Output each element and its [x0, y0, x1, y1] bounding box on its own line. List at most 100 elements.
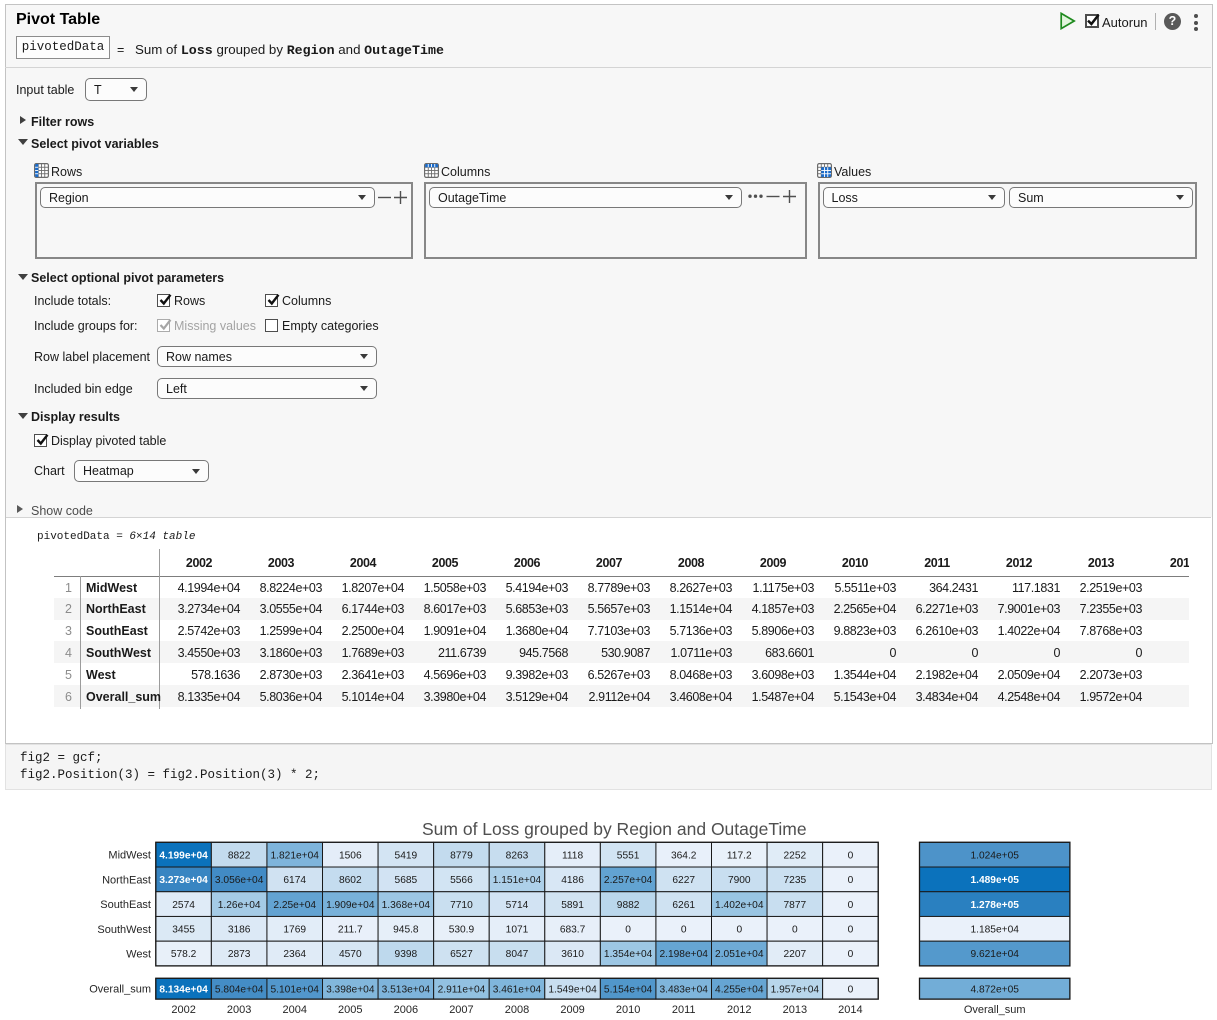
svg-text:1.402e+04: 1.402e+04 [715, 900, 764, 911]
svg-text:3186: 3186 [228, 925, 251, 936]
svg-text:2008: 2008 [505, 1004, 529, 1016]
svg-text:1.821e+04: 1.821e+04 [271, 850, 320, 861]
svg-text:2574: 2574 [172, 900, 195, 911]
svg-text:1.024e+05: 1.024e+05 [970, 850, 1019, 861]
svg-text:SouthWest: SouthWest [97, 924, 151, 936]
svg-text:5.154e+04: 5.154e+04 [604, 984, 653, 995]
svg-text:3455: 3455 [172, 925, 195, 936]
svg-text:2002: 2002 [171, 1004, 195, 1016]
svg-text:0: 0 [736, 925, 742, 936]
svg-text:7877: 7877 [784, 900, 807, 911]
svg-text:5685: 5685 [395, 875, 418, 886]
svg-text:8822: 8822 [228, 850, 251, 861]
svg-text:0: 0 [792, 925, 798, 936]
svg-text:0: 0 [848, 984, 854, 995]
svg-text:211.7: 211.7 [338, 925, 363, 936]
svg-text:8.134e+04: 8.134e+04 [159, 984, 208, 995]
svg-text:5714: 5714 [506, 900, 529, 911]
svg-text:2207: 2207 [784, 949, 807, 960]
svg-text:2004: 2004 [282, 1004, 306, 1016]
svg-text:2.911e+04: 2.911e+04 [438, 984, 486, 995]
svg-text:1.489e+05: 1.489e+05 [970, 875, 1019, 886]
svg-text:2.051e+04: 2.051e+04 [715, 949, 764, 960]
svg-text:4570: 4570 [339, 949, 362, 960]
svg-text:4186: 4186 [561, 875, 584, 886]
svg-text:3.056e+04: 3.056e+04 [215, 875, 264, 886]
svg-text:9398: 9398 [395, 949, 418, 960]
svg-text:Overall_sum: Overall_sum [89, 984, 151, 996]
svg-text:5891: 5891 [561, 900, 584, 911]
svg-text:2007: 2007 [449, 1004, 473, 1016]
svg-text:5419: 5419 [395, 850, 418, 861]
svg-text:0: 0 [848, 949, 854, 960]
svg-text:2013: 2013 [783, 1004, 807, 1016]
svg-text:2014: 2014 [838, 1004, 862, 1016]
svg-text:SouthEast: SouthEast [100, 899, 151, 911]
svg-text:2005: 2005 [338, 1004, 362, 1016]
svg-text:1.909e+04: 1.909e+04 [326, 900, 375, 911]
svg-text:3.461e+04: 3.461e+04 [493, 984, 542, 995]
svg-text:Overall_sum: Overall_sum [964, 1004, 1026, 1016]
svg-text:2006: 2006 [394, 1004, 418, 1016]
svg-text:1.354e+04: 1.354e+04 [604, 949, 653, 960]
svg-text:2.25e+04: 2.25e+04 [273, 900, 316, 911]
svg-text:3610: 3610 [561, 949, 584, 960]
svg-text:7235: 7235 [784, 875, 807, 886]
svg-text:2.257e+04: 2.257e+04 [604, 875, 653, 886]
svg-text:1.151e+04: 1.151e+04 [493, 875, 542, 886]
svg-text:6227: 6227 [672, 875, 695, 886]
svg-text:0: 0 [848, 925, 854, 936]
svg-text:1118: 1118 [562, 850, 583, 861]
svg-text:683.7: 683.7 [560, 925, 586, 936]
svg-text:3.398e+04: 3.398e+04 [326, 984, 375, 995]
svg-text:530.9: 530.9 [449, 925, 475, 936]
svg-text:1769: 1769 [283, 925, 306, 936]
svg-text:5566: 5566 [450, 875, 473, 886]
svg-text:2252: 2252 [784, 850, 807, 861]
svg-text:0: 0 [848, 850, 854, 861]
svg-text:1.549e+04: 1.549e+04 [548, 984, 597, 995]
svg-text:8047: 8047 [506, 949, 529, 960]
svg-text:3.483e+04: 3.483e+04 [659, 984, 708, 995]
svg-text:1071: 1071 [506, 925, 529, 936]
svg-text:364.2: 364.2 [671, 850, 697, 861]
svg-text:4.872e+05: 4.872e+05 [970, 984, 1019, 995]
svg-text:8779: 8779 [450, 850, 473, 861]
svg-text:2011: 2011 [672, 1004, 696, 1016]
svg-text:1.957e+04: 1.957e+04 [771, 984, 820, 995]
svg-text:4.199e+04: 4.199e+04 [159, 850, 208, 861]
svg-text:7900: 7900 [728, 875, 751, 886]
svg-text:MidWest: MidWest [108, 850, 151, 862]
svg-text:2364: 2364 [283, 949, 306, 960]
svg-text:2009: 2009 [560, 1004, 584, 1016]
svg-text:117.2: 117.2 [727, 850, 752, 861]
svg-text:6261: 6261 [672, 900, 695, 911]
svg-text:0: 0 [848, 900, 854, 911]
svg-text:2873: 2873 [228, 949, 251, 960]
svg-text:1.278e+05: 1.278e+05 [970, 900, 1019, 911]
svg-text:3.273e+04: 3.273e+04 [159, 875, 208, 886]
svg-text:1.368e+04: 1.368e+04 [382, 900, 431, 911]
svg-text:7710: 7710 [450, 900, 473, 911]
svg-text:2.198e+04: 2.198e+04 [659, 949, 708, 960]
svg-text:1.185e+04: 1.185e+04 [970, 925, 1019, 936]
svg-text:0: 0 [848, 875, 854, 886]
svg-text:5551: 5551 [617, 850, 640, 861]
svg-text:9882: 9882 [617, 900, 640, 911]
svg-text:8602: 8602 [339, 875, 362, 886]
svg-text:4.255e+04: 4.255e+04 [715, 984, 764, 995]
svg-text:8263: 8263 [506, 850, 529, 861]
svg-text:6527: 6527 [450, 949, 473, 960]
svg-text:1.26e+04: 1.26e+04 [218, 900, 261, 911]
svg-text:2010: 2010 [616, 1004, 640, 1016]
svg-text:945.8: 945.8 [393, 925, 419, 936]
svg-text:West: West [126, 949, 151, 961]
svg-text:3.513e+04: 3.513e+04 [382, 984, 431, 995]
svg-text:NorthEast: NorthEast [102, 874, 151, 886]
svg-text:0: 0 [681, 925, 687, 936]
svg-text:0: 0 [625, 925, 631, 936]
svg-text:1506: 1506 [339, 850, 362, 861]
svg-text:5.101e+04: 5.101e+04 [271, 984, 320, 995]
svg-text:2012: 2012 [727, 1004, 751, 1016]
svg-text:2003: 2003 [227, 1004, 251, 1016]
